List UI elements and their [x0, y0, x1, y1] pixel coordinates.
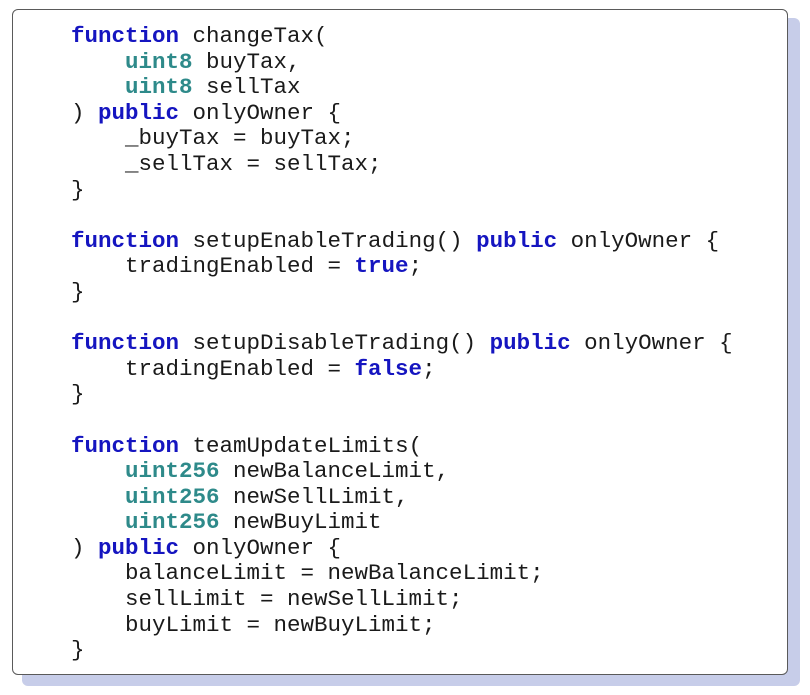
code-keyword: public: [98, 534, 180, 561]
code-line: ) public onlyOwner {: [71, 99, 733, 127]
code-text: tradingEnabled =: [71, 355, 355, 382]
code-line: uint256 newSellLimit,: [71, 483, 733, 511]
code-type: uint256: [125, 483, 220, 510]
code-text: sellLimit = newSellLimit;: [71, 586, 463, 613]
code-text: teamUpdateLimits(: [179, 432, 423, 459]
code-line: }: [71, 278, 733, 306]
code-line: _sellTax = sellTax;: [71, 150, 733, 178]
code-line: }: [71, 637, 733, 664]
code-line: }: [71, 176, 733, 204]
code-keyword: public: [489, 330, 571, 357]
code-text: }: [71, 278, 85, 305]
code-keyword: public: [476, 227, 558, 254]
code-text: setupEnableTrading(): [179, 227, 477, 254]
code-text: tradingEnabled =: [71, 253, 355, 280]
code-line: uint256 newBalanceLimit,: [71, 458, 733, 485]
code-text: _sellTax = sellTax;: [71, 150, 382, 177]
code-line: uint8 sellTax: [71, 74, 733, 101]
code-line: tradingEnabled = true;: [71, 254, 733, 280]
code-line: uint256 newBuyLimit: [71, 509, 733, 536]
code-text: buyLimit = newBuyLimit;: [71, 611, 436, 638]
code-text: ): [71, 534, 99, 561]
code-type: uint8: [125, 48, 193, 75]
page: function changeTax( uint8 buyTax, uint8 …: [0, 0, 810, 695]
code-text: buyTax,: [192, 48, 301, 75]
code-line: function teamUpdateLimits(: [71, 432, 733, 460]
code-keyword: true: [354, 253, 409, 280]
code-line: balanceLimit = newBalanceLimit;: [71, 561, 733, 587]
code-text: onlyOwner {: [179, 99, 342, 126]
code-keyword: function: [71, 227, 180, 254]
code-keyword: function: [71, 330, 180, 357]
code-text: ;: [408, 253, 423, 280]
code-text: sellTax: [192, 74, 301, 101]
code-line: function setupDisableTrading() public on…: [71, 330, 733, 357]
code-text: newBuyLimit: [219, 509, 382, 536]
code-line: buyLimit = newBuyLimit;: [71, 611, 733, 639]
code-text: balanceLimit = newBalanceLimit;: [71, 560, 544, 587]
code-line: ) public onlyOwner {: [71, 534, 733, 562]
code-text: onlyOwner {: [557, 227, 720, 254]
code-text: ): [71, 99, 99, 126]
code-keyword: function: [71, 23, 180, 49]
code-line: function changeTax(: [71, 23, 733, 50]
code-text: }: [71, 637, 85, 664]
code-text: onlyOwner {: [179, 534, 342, 561]
code-type: uint256: [125, 458, 220, 485]
code-line: tradingEnabled = false;: [71, 355, 733, 383]
code-type: uint8: [125, 74, 193, 101]
code-text: onlyOwner {: [570, 330, 733, 357]
code-line: uint8 buyTax,: [71, 48, 733, 76]
code-text: }: [71, 176, 85, 203]
code-text: changeTax(: [179, 23, 328, 49]
code-text: setupDisableTrading(): [179, 330, 490, 357]
code-text: newSellLimit,: [219, 483, 409, 510]
code-line: sellLimit = newSellLimit;: [71, 586, 733, 613]
code-line: function setupEnableTrading() public onl…: [71, 227, 733, 255]
code-type: uint256: [125, 509, 220, 536]
code-keyword: function: [71, 432, 180, 459]
code-text: _buyTax = buyTax;: [71, 125, 355, 152]
code-text: newBalanceLimit,: [219, 458, 450, 485]
code-text: }: [71, 381, 85, 408]
code-line: }: [71, 382, 733, 408]
code-keyword: public: [98, 99, 180, 126]
code-text: ;: [422, 355, 436, 382]
code-line: _buyTax = buyTax;: [71, 126, 733, 152]
code-listing: function changeTax( uint8 buyTax, uint8 …: [71, 23, 733, 664]
code-keyword: false: [354, 355, 423, 382]
